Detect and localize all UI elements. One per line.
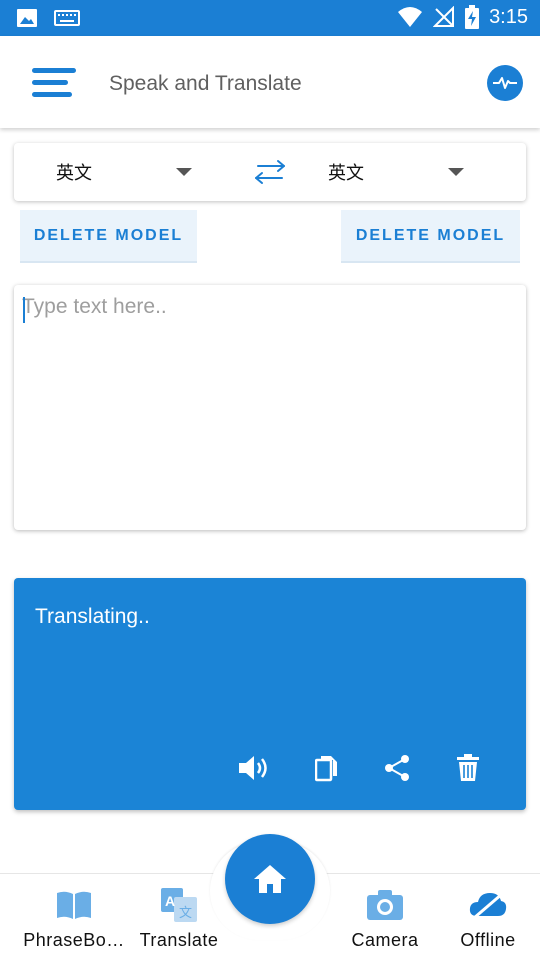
nav-item-camera[interactable]: Camera bbox=[335, 874, 435, 960]
battery-charging-icon bbox=[465, 5, 480, 29]
swap-arrows-icon[interactable] bbox=[252, 158, 288, 186]
menu-icon[interactable] bbox=[32, 68, 76, 98]
source-language-label: 英文 bbox=[56, 163, 92, 184]
camera-icon bbox=[366, 888, 404, 922]
image-icon bbox=[17, 9, 37, 27]
nav-label-phrasebook: PhraseBo… bbox=[23, 930, 125, 950]
translation-output: Translating.. bbox=[35, 605, 150, 628]
target-chevron-down-icon[interactable] bbox=[448, 168, 464, 176]
clock-time: 3:15 bbox=[489, 5, 528, 28]
app-title: Speak and Translate bbox=[109, 72, 302, 95]
status-bar: 3:15 bbox=[0, 0, 540, 36]
app-bar: Speak and Translate bbox=[0, 36, 540, 128]
output-actions bbox=[14, 748, 526, 788]
translate-icon: A 文 bbox=[160, 888, 198, 922]
pulse-icon[interactable] bbox=[487, 65, 523, 101]
source-language-dropdown[interactable]: 英文 bbox=[56, 143, 196, 201]
nav-label-offline: Offline bbox=[460, 930, 516, 950]
svg-text:文: 文 bbox=[179, 906, 192, 921]
target-language-dropdown[interactable]: 英文 bbox=[328, 143, 468, 201]
keyboard-icon bbox=[54, 10, 80, 26]
speaker-icon[interactable] bbox=[234, 748, 274, 788]
nav-label-translate: Translate bbox=[139, 930, 219, 950]
delete-model-left-button[interactable]: DELETE MODEL bbox=[20, 210, 197, 263]
delete-model-right-button[interactable]: DELETE MODEL bbox=[341, 210, 520, 263]
output-card: Translating.. bbox=[14, 578, 526, 810]
language-selector: 英文 英文 bbox=[14, 143, 526, 201]
nav-item-offline[interactable]: Offline bbox=[440, 874, 536, 960]
home-button[interactable] bbox=[225, 834, 315, 924]
target-language-label: 英文 bbox=[328, 163, 364, 184]
svg-text:A: A bbox=[165, 893, 175, 909]
cloud-off-icon bbox=[468, 888, 508, 922]
source-chevron-down-icon[interactable] bbox=[176, 168, 192, 176]
text-input[interactable] bbox=[22, 295, 516, 520]
home-icon bbox=[254, 865, 286, 893]
no-signal-icon bbox=[433, 6, 455, 27]
nav-label-camera: Camera bbox=[351, 930, 419, 950]
text-cursor bbox=[23, 297, 25, 323]
input-card bbox=[14, 285, 526, 530]
share-icon[interactable] bbox=[377, 748, 417, 788]
book-icon bbox=[55, 888, 93, 922]
nav-item-phrasebook[interactable]: PhraseBo… bbox=[14, 874, 134, 960]
copy-icon[interactable] bbox=[307, 748, 347, 788]
trash-icon[interactable] bbox=[448, 748, 488, 788]
wifi-icon bbox=[398, 7, 423, 27]
